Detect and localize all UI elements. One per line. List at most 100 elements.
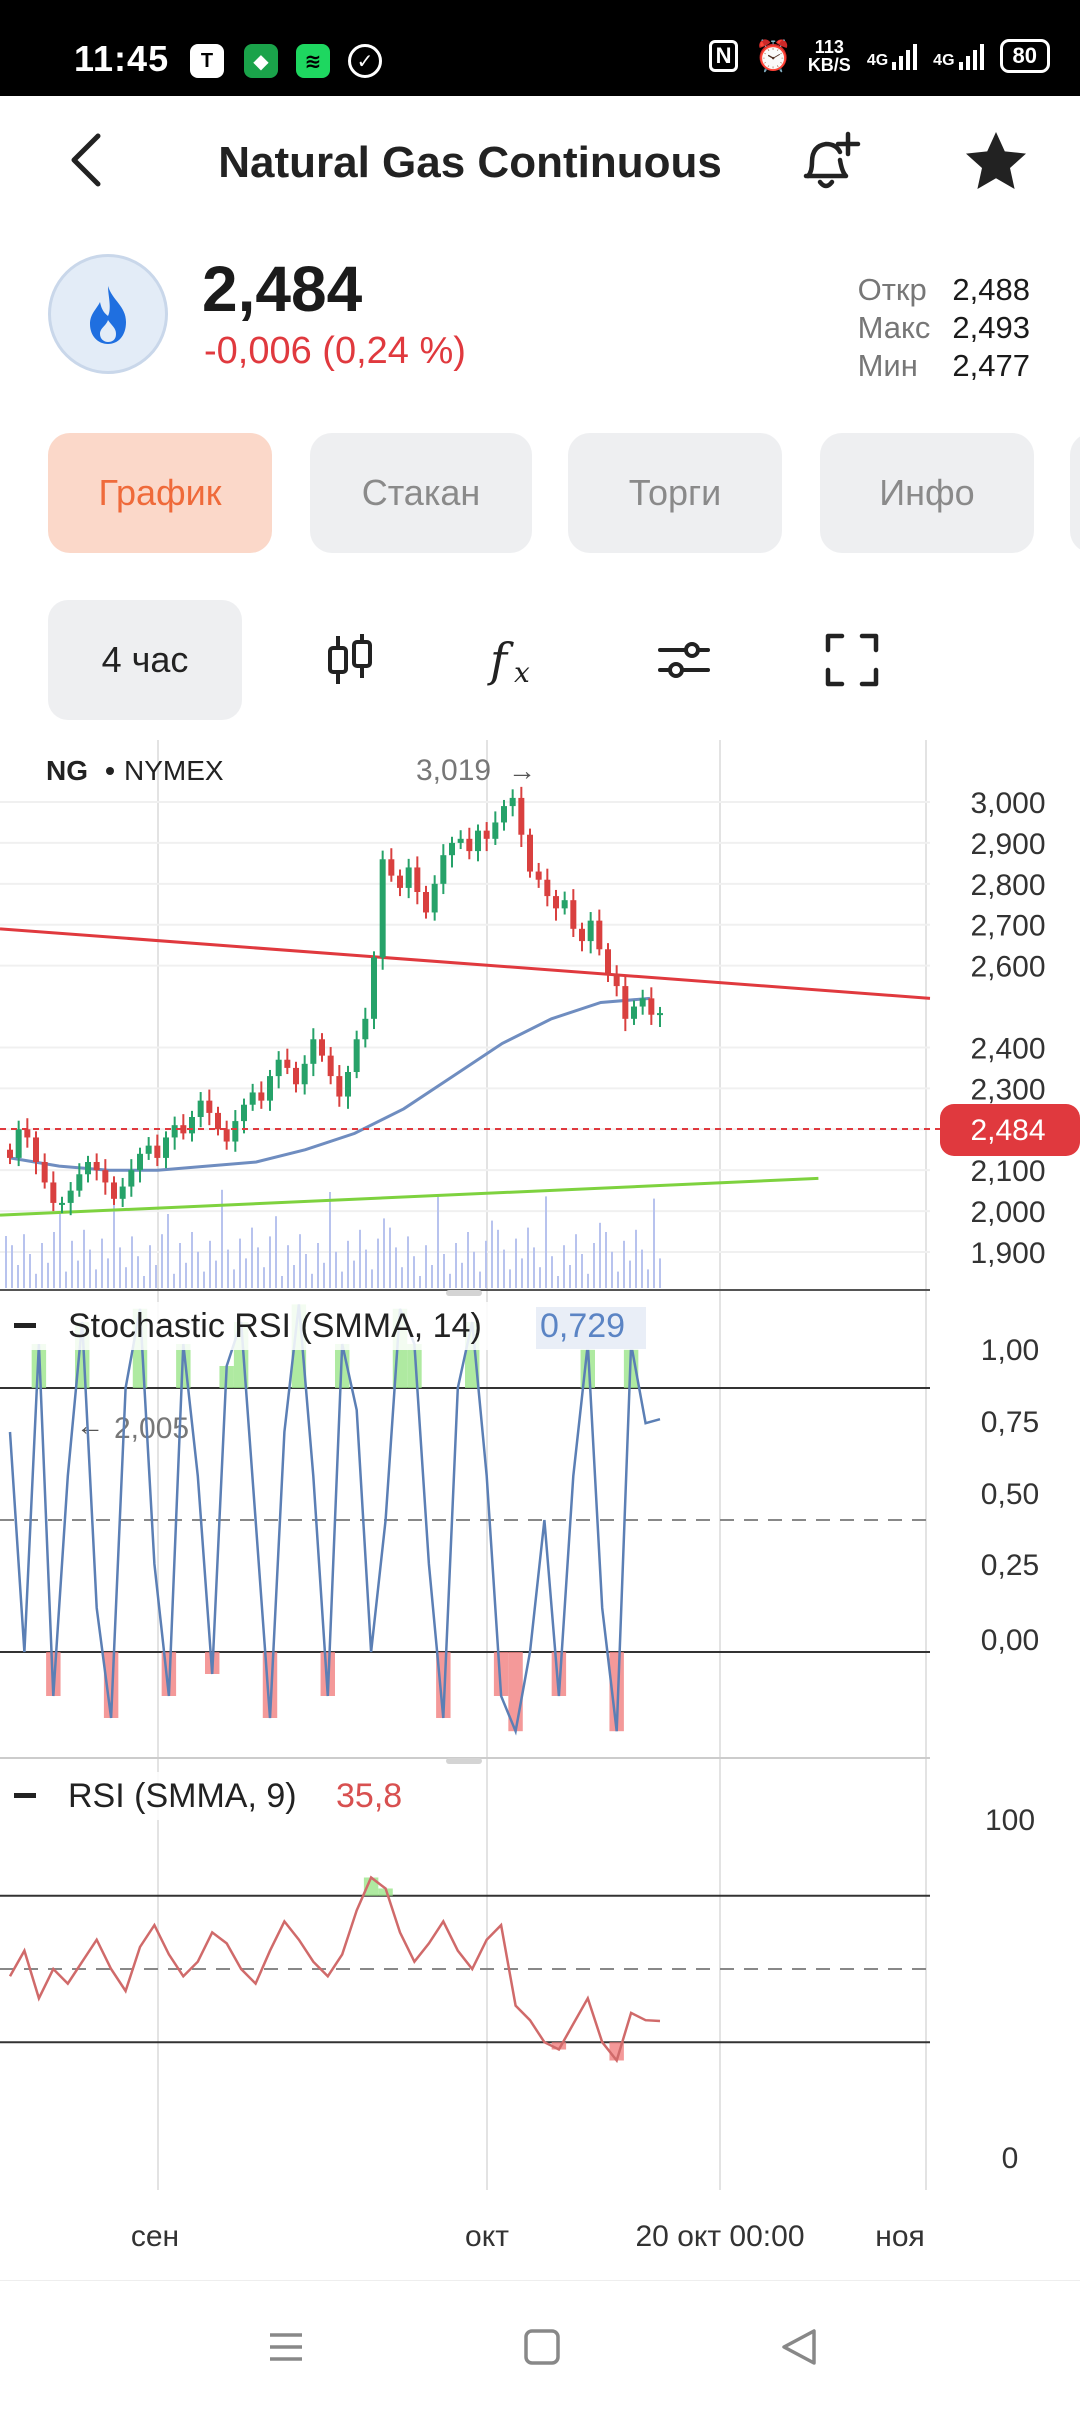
x-label-sep: сен <box>131 2220 179 2253</box>
star-icon[interactable] <box>960 126 1032 198</box>
indicators-button[interactable]: f x <box>466 600 566 720</box>
fullscreen-icon <box>825 633 879 687</box>
candle <box>223 1129 230 1142</box>
tab-orderbook[interactable]: Стакан <box>310 433 532 553</box>
candle <box>7 1149 13 1158</box>
chart-vertical-grid <box>157 740 927 2190</box>
price-tick-7: 2,300 <box>970 1073 1045 1106</box>
alarm-icon: ⏰ <box>754 39 792 73</box>
tab-chart[interactable]: График <box>48 433 272 553</box>
candle <box>327 1055 334 1077</box>
price-tick-1: 2,900 <box>970 828 1045 861</box>
candle <box>345 1072 351 1097</box>
stoch-tick-0: 1,00 <box>981 1334 1039 1367</box>
candle <box>76 1174 83 1191</box>
panel-resize-handle[interactable] <box>446 1290 482 1296</box>
back-triangle-icon[interactable] <box>770 2317 830 2377</box>
candle <box>631 1006 637 1019</box>
fullscreen-button[interactable] <box>802 600 902 720</box>
rsi-panel[interactable]: 100 0 <box>0 1804 1035 2175</box>
status-time: 11:45 <box>74 38 170 79</box>
chart-horizontal-grid <box>0 801 930 1253</box>
candle <box>509 797 516 807</box>
price-tick-2: 2,800 <box>970 869 1045 902</box>
tab-more[interactable] <box>1070 433 1080 553</box>
stochastic-rsi-panel[interactable]: 1,00 0,75 0,50 0,25 0,00 <box>0 1304 1039 1736</box>
candle <box>518 797 525 835</box>
price-tick-10: 2,000 <box>970 1196 1045 1229</box>
current-price: 2,484 <box>202 253 363 325</box>
collapse-icon-2[interactable] <box>14 1793 36 1798</box>
candle <box>284 1059 291 1068</box>
candle <box>397 875 403 888</box>
candle <box>527 834 533 872</box>
price-tick-4: 2,600 <box>970 951 1045 984</box>
candle <box>379 859 386 958</box>
candlesticks[interactable] <box>7 786 663 1216</box>
candle <box>154 1145 161 1158</box>
candle <box>15 1129 22 1158</box>
collapse-icon[interactable] <box>14 1323 36 1328</box>
instrument-avatar <box>48 254 168 374</box>
candle <box>249 1092 256 1105</box>
low-label: Мин <box>857 348 918 383</box>
candle <box>431 883 438 913</box>
price-axis: 3,0002,9002,8002,7002,6002,4002,3002,200… <box>970 787 1045 1270</box>
candle <box>553 896 559 909</box>
status-right: N ⏰ 113 KB/S 4G 4G 80 <box>708 37 1050 75</box>
interval-selector[interactable]: 4 час <box>48 600 242 720</box>
low-marker-arrow-icon: ← <box>76 1410 104 1441</box>
page-title: Natural Gas Continuous <box>218 138 722 187</box>
candle <box>119 1186 126 1199</box>
candle <box>145 1145 152 1154</box>
check-circle-icon: ✓ <box>348 44 382 78</box>
candle <box>544 879 551 897</box>
menu-icon[interactable] <box>256 2317 316 2377</box>
candle <box>336 1076 343 1097</box>
candle <box>613 973 620 987</box>
candle <box>362 1018 369 1040</box>
rsi-title: RSI (SMMA, 9) <box>68 1777 297 1815</box>
candle <box>128 1170 135 1187</box>
candle <box>405 867 412 888</box>
bell-plus-icon[interactable] <box>792 126 864 198</box>
candle <box>275 1059 282 1077</box>
candle <box>423 892 429 913</box>
candle <box>440 855 447 884</box>
candle <box>501 806 507 823</box>
candle <box>579 928 585 942</box>
candle <box>561 900 568 909</box>
candle <box>639 998 646 1007</box>
candle <box>102 1170 109 1183</box>
candle <box>319 1039 325 1056</box>
stoch-tick-1: 0,75 <box>981 1406 1039 1439</box>
candle <box>301 1063 308 1085</box>
candle <box>310 1039 317 1064</box>
home-square-icon[interactable] <box>512 2317 572 2377</box>
candle <box>353 1039 360 1072</box>
candle <box>85 1162 91 1175</box>
volume-bars <box>5 1187 661 1288</box>
candle <box>241 1104 247 1122</box>
tab-trades[interactable]: Торги <box>568 433 782 553</box>
candle <box>449 842 455 856</box>
chart-settings-button[interactable] <box>634 600 734 720</box>
moving-average-line <box>9 996 651 1172</box>
back-arrow-icon[interactable] <box>58 130 118 190</box>
candle <box>605 949 611 974</box>
chart-type-button[interactable] <box>300 600 400 720</box>
spotify-icon: ≋ <box>296 44 330 78</box>
open-value: 2,488 <box>952 272 1030 307</box>
candle <box>41 1162 48 1183</box>
price-chart[interactable]: NG NYMEX 3,019 → ← 2,005 3,0002,9002,800… <box>0 740 1080 2280</box>
candle <box>622 986 629 1019</box>
rsi-tick-1: 0 <box>1002 2142 1019 2175</box>
network-speed: 113 KB/S <box>807 37 851 75</box>
system-nav-bar <box>0 2280 1080 2412</box>
tab-info[interactable]: Инфо <box>820 433 1034 553</box>
candle <box>414 867 421 892</box>
panel-resize-handle-2[interactable] <box>446 1758 482 1764</box>
candle <box>206 1100 213 1113</box>
candle <box>33 1137 39 1162</box>
price-tick-6: 2,400 <box>970 1032 1045 1065</box>
